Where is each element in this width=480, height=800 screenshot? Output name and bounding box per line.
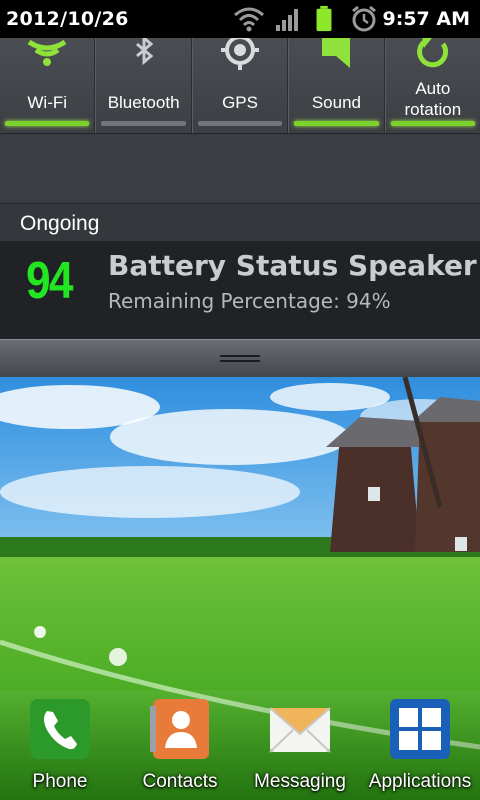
gps-icon <box>221 38 260 70</box>
toggle-indicator <box>101 121 186 126</box>
toggle-label: Wi-Fi <box>27 93 68 112</box>
toggle-indicator <box>390 121 476 126</box>
notification-drag-handle[interactable] <box>0 339 480 378</box>
wifi-icon <box>27 39 67 66</box>
toggle-gps[interactable]: GPS <box>191 38 289 133</box>
notification-empty-area <box>0 133 480 204</box>
grip-icon <box>220 355 260 362</box>
toggle-indicator <box>5 121 90 126</box>
battery-level-number: 94 <box>26 252 73 310</box>
messaging-icon <box>269 707 331 753</box>
toggle-sound[interactable]: Sound <box>288 38 385 133</box>
quick-settings-panel: Wi-Fi Bluetooth GPS Sound Auto rotation <box>0 38 480 133</box>
applications-icon <box>390 699 450 759</box>
ongoing-header-label: Ongoing <box>20 212 100 235</box>
toggle-label: Sound <box>311 93 361 112</box>
wifi-signal-icon <box>234 7 264 32</box>
battery-icon <box>316 5 332 32</box>
cell-signal-icon <box>276 9 298 31</box>
status-date: 2012/10/26 <box>6 8 129 30</box>
rotation-icon <box>416 38 448 68</box>
dock-label: Applications <box>368 771 472 792</box>
phone-icon <box>30 699 90 759</box>
toggle-bluetooth[interactable]: Bluetooth <box>95 38 192 133</box>
notification-title: Battery Status Speaker <box>108 249 477 282</box>
sound-icon <box>322 38 351 68</box>
status-time: 9:57 AM <box>382 8 471 30</box>
status-bar: 2012/10/26 9:57 AM <box>0 0 480 38</box>
toggle-indicator <box>197 121 283 126</box>
home-dock: Phone Contacts Messaging Applications <box>0 690 480 800</box>
battery-notification[interactable]: 94 Battery Status Speaker Remaining Perc… <box>0 241 480 339</box>
contacts-icon <box>150 699 209 759</box>
toggle-label: Auto rotation <box>404 79 462 119</box>
toggle-auto-rotation[interactable]: Auto rotation <box>384 38 480 133</box>
bluetooth-icon <box>135 38 153 66</box>
notification-subtitle: Remaining Percentage: 94% <box>108 289 391 313</box>
alarm-icon <box>352 5 376 32</box>
dock-applications[interactable]: Applications <box>360 696 480 800</box>
toggle-wifi[interactable]: Wi-Fi <box>0 38 96 133</box>
toggle-indicator <box>294 121 379 126</box>
toggle-label: Bluetooth <box>107 93 180 112</box>
ongoing-section-header: Ongoing <box>0 203 480 242</box>
toggle-label: GPS <box>222 93 258 112</box>
